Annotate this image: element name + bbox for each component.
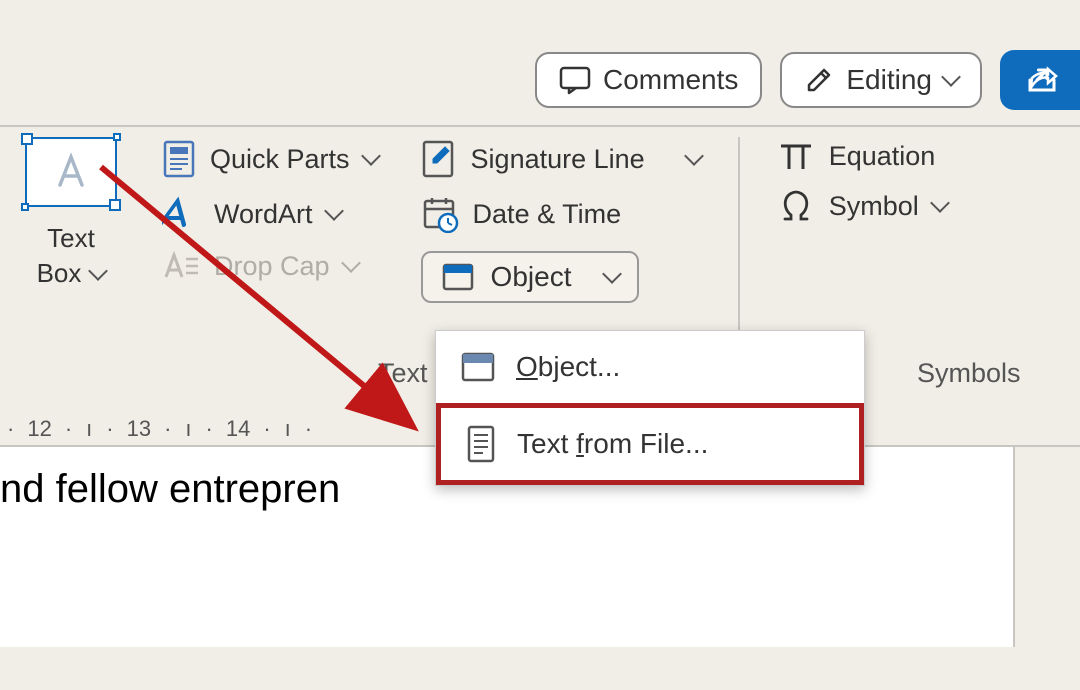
wordart-label: WordArt [214,199,313,230]
chevron-down-icon [361,146,381,166]
symbols-group-label: Symbols [917,358,1021,389]
quick-parts-icon [162,139,196,179]
share-button[interactable] [1000,50,1080,110]
signature-line-button[interactable]: Signature Line [421,137,701,181]
text-box-button[interactable] [25,137,117,207]
date-time-button[interactable]: Date & Time [421,193,701,235]
equation-label: Equation [829,141,936,172]
quick-parts-button[interactable]: Quick Parts [162,137,378,181]
text-from-file-menu-item[interactable]: Text from File... [436,403,864,485]
chevron-down-icon [341,253,361,273]
pencil-icon [804,65,834,95]
symbol-label: Symbol [829,191,919,222]
comments-label: Comments [603,64,738,96]
object-icon [460,351,496,383]
wordart-icon [162,195,200,233]
drop-cap-button: Drop Cap [162,247,378,285]
comment-icon [559,65,591,95]
quick-parts-label: Quick Parts [210,144,350,175]
pi-icon [777,139,815,173]
omega-icon [777,189,815,223]
object-menu-item[interactable]: Object... [436,331,864,403]
document-icon [465,424,497,464]
text-box-label: Text Box [37,221,106,291]
chevron-down-icon [603,264,623,284]
object-icon [441,262,475,292]
object-label: Object [491,261,572,293]
editing-button[interactable]: Editing [780,52,982,108]
chevron-down-icon [324,201,344,221]
chevron-down-icon [89,261,109,281]
object-dropdown-menu: Object... Text from File... [435,330,865,486]
symbol-button[interactable]: Symbol [777,187,947,225]
chevron-down-icon [684,146,704,166]
wordart-button[interactable]: WordArt [162,193,378,235]
object-button[interactable]: Object [421,251,640,303]
object-menu-label: Object... [516,351,620,383]
equation-button[interactable]: Equation [777,137,947,175]
chevron-down-icon [930,193,950,213]
share-icon [1026,64,1062,96]
text-group-label: Text [378,358,428,389]
drop-cap-label: Drop Cap [214,251,330,282]
date-time-icon [421,195,459,233]
editing-label: Editing [846,64,932,96]
drop-cap-icon [162,249,200,283]
chevron-down-icon [941,67,961,87]
comments-button[interactable]: Comments [535,52,762,108]
date-time-label: Date & Time [473,199,622,230]
signature-icon [421,139,457,179]
text-a-icon [48,149,94,195]
signature-label: Signature Line [471,144,645,175]
text-from-file-label: Text from File... [517,428,708,460]
